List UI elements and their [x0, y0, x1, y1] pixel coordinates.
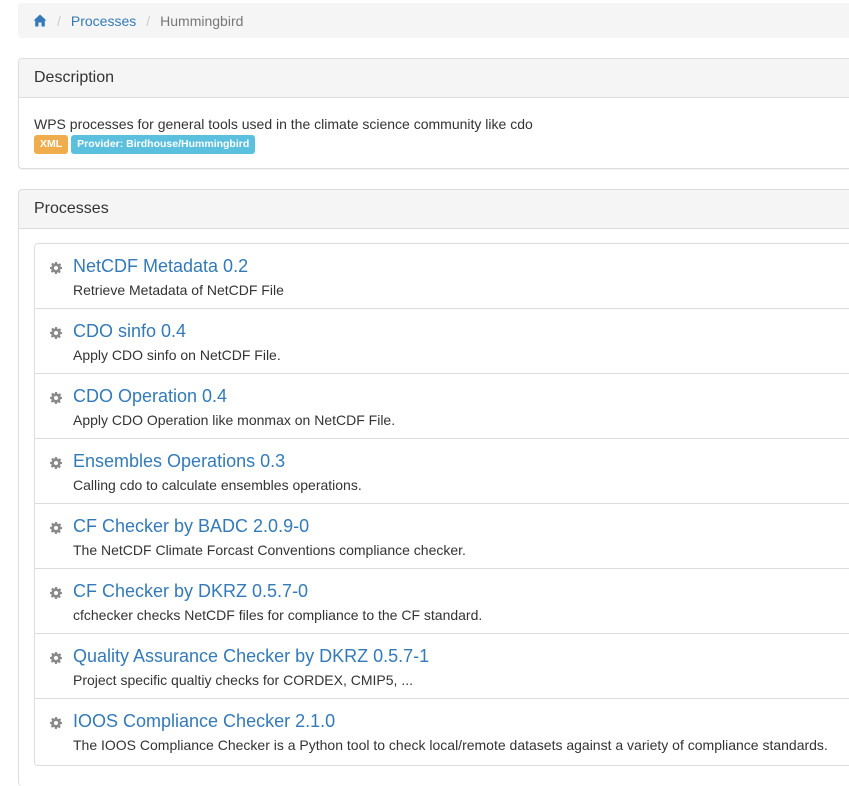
process-title-link[interactable]: NetCDF Metadata 0.2: [73, 255, 248, 277]
breadcrumb-separator: /: [57, 12, 61, 29]
gear-icon: [50, 716, 62, 729]
list-item: CDO Operation 0.4 Apply CDO Operation lik…: [35, 374, 849, 439]
description-heading: Description: [19, 59, 849, 98]
home-icon[interactable]: [33, 14, 47, 27]
process-title-link[interactable]: IOOS Compliance Checker 2.1.0: [73, 710, 335, 732]
list-item: CF Checker by DKRZ 0.5.7-0 cfchecker chec…: [35, 569, 849, 634]
gear-icon: [50, 456, 62, 469]
xml-badge[interactable]: XML: [34, 135, 69, 154]
process-title-link[interactable]: Quality Assurance Checker by DKRZ 0.5.7-…: [73, 645, 429, 667]
process-abstract: Apply CDO Operation like monmax on NetCD…: [73, 412, 396, 428]
gear-icon: [50, 651, 62, 664]
breadcrumb-separator: /: [146, 12, 151, 29]
processes-heading: Processes: [19, 190, 849, 229]
process-title-link[interactable]: Ensembles Operations 0.3: [73, 450, 285, 472]
provider-badge: Provider: Birdhouse/Hummingbird: [71, 135, 256, 154]
gear-icon: [50, 521, 62, 534]
process-title-link[interactable]: CDO sinfo 0.4: [73, 320, 186, 342]
process-list: NetCDF Metadata 0.2 Retrieve Metadata of …: [34, 243, 849, 766]
process-abstract: The IOOS Compliance Checker is a Python …: [73, 737, 828, 753]
description-text: WPS processes for general tools used in …: [34, 116, 533, 132]
process-abstract: Calling cdo to calculate ensembles opera…: [73, 477, 362, 493]
breadcrumb: / Processes / Hummingbird: [18, 3, 849, 38]
gear-icon: [50, 391, 62, 404]
list-item: IOOS Compliance Checker 2.1.0 The IOOS Co…: [35, 699, 849, 765]
list-item: CDO sinfo 0.4 Apply CDO sinfo on NetCDF F…: [35, 309, 849, 374]
process-abstract: Apply CDO sinfo on NetCDF File.: [73, 347, 281, 363]
list-item: Ensembles Operations 0.3 Calling cdo to c…: [35, 439, 849, 504]
description-panel: Description WPS processes for general to…: [18, 58, 849, 169]
list-item: CF Checker by BADC 2.0.9-0 The NetCDF Cli…: [35, 504, 849, 569]
breadcrumb-processes-link[interactable]: Processes: [71, 13, 136, 29]
breadcrumb-current: Hummingbird: [160, 12, 244, 29]
process-abstract: Retrieve Metadata of NetCDF File: [73, 282, 284, 298]
list-item: Quality Assurance Checker by DKRZ 0.5.7-…: [35, 634, 849, 699]
gear-icon: [50, 326, 62, 339]
gear-icon: [50, 586, 62, 599]
process-title-link[interactable]: CDO Operation 0.4: [73, 385, 227, 407]
gear-icon: [50, 261, 62, 274]
processes-panel: Processes NetCDF Metadata 0.2 Retrieve Me…: [18, 189, 849, 786]
process-abstract: cfchecker checks NetCDF files for compli…: [73, 607, 483, 623]
process-abstract: Project specific qualtiy checks for CORD…: [73, 672, 413, 688]
process-title-link[interactable]: CF Checker by DKRZ 0.5.7-0: [73, 580, 308, 602]
process-title-link[interactable]: CF Checker by BADC 2.0.9-0: [73, 515, 309, 537]
list-item: NetCDF Metadata 0.2 Retrieve Metadata of …: [35, 244, 849, 309]
process-abstract: The NetCDF Climate Forcast Conventions c…: [73, 542, 466, 558]
